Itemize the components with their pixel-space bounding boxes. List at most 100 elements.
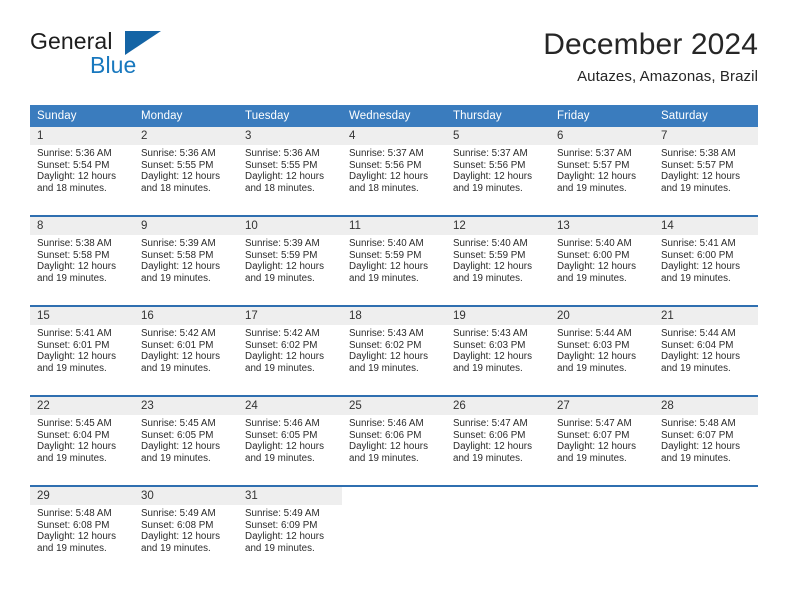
day-details: Sunrise: 5:37 AM Sunset: 5:56 PM Daylight:…: [446, 145, 550, 194]
calendar-day-cell[interactable]: 21 Sunrise: 5:44 AM Sunset: 6:04 PM Dayligh…: [654, 305, 758, 396]
sunset-text: Sunset: 6:04 PM: [37, 429, 110, 441]
calendar-day-cell[interactable]: 22 Sunrise: 5:45 AM Sunset: 6:04 PM Dayligh…: [30, 395, 134, 486]
sunset-text: Sunset: 6:00 PM: [661, 249, 734, 261]
daylight-text: Daylight: 12 hours and 18 minutes.: [349, 171, 428, 194]
calendar-day-cell[interactable]: 19 Sunrise: 5:43 AM Sunset: 6:03 PM Dayligh…: [446, 305, 550, 396]
day-number: 4: [342, 127, 446, 145]
calendar-day-cell[interactable]: 28 Sunrise: 5:48 AM Sunset: 6:07 PM Dayligh…: [654, 395, 758, 486]
calendar-day-cell[interactable]: 18 Sunrise: 5:43 AM Sunset: 6:02 PM Dayligh…: [342, 305, 446, 396]
day-cell-inner: 26 Sunrise: 5:47 AM Sunset: 6:06 PM Dayligh…: [446, 397, 550, 485]
day-details: Sunrise: 5:41 AM Sunset: 6:01 PM Daylight:…: [30, 325, 134, 374]
sunset-text: Sunset: 6:03 PM: [453, 339, 526, 351]
calendar-day-cell[interactable]: 5 Sunrise: 5:37 AM Sunset: 5:56 PM Daylight…: [446, 127, 550, 216]
day-details: Sunrise: 5:38 AM Sunset: 5:58 PM Daylight:…: [30, 235, 134, 284]
sunset-text: Sunset: 5:59 PM: [349, 249, 422, 261]
calendar-day-cell[interactable]: 1 Sunrise: 5:36 AM Sunset: 5:54 PM Daylight…: [30, 127, 134, 216]
sunset-text: Sunset: 5:56 PM: [349, 159, 422, 171]
sunrise-text: Sunrise: 5:44 AM: [557, 328, 632, 339]
daylight-text: Daylight: 12 hours and 19 minutes.: [661, 261, 740, 284]
day-cell-inner: 14 Sunrise: 5:41 AM Sunset: 6:00 PM Dayligh…: [654, 217, 758, 305]
calendar-day-cell[interactable]: 17 Sunrise: 5:42 AM Sunset: 6:02 PM Dayligh…: [238, 305, 342, 396]
sunrise-text: Sunrise: 5:46 AM: [245, 418, 320, 429]
calendar-header-row: Sunday Monday Tuesday Wednesday Thursday Frid…: [30, 105, 758, 127]
sunrise-text: Sunrise: 5:47 AM: [557, 418, 632, 429]
calendar-day-cell[interactable]: 24 Sunrise: 5:46 AM Sunset: 6:05 PM Dayligh…: [238, 395, 342, 486]
day-cell-inner: 16 Sunrise: 5:42 AM Sunset: 6:01 PM Dayligh…: [134, 307, 238, 395]
calendar-day-cell[interactable]: 20 Sunrise: 5:44 AM Sunset: 6:03 PM Dayligh…: [550, 305, 654, 396]
calendar-day-cell[interactable]: 25 Sunrise: 5:46 AM Sunset: 6:06 PM Dayligh…: [342, 395, 446, 486]
sunset-text: Sunset: 6:04 PM: [661, 339, 734, 351]
calendar-day-cell[interactable]: 13 Sunrise: 5:40 AM Sunset: 6:00 PM Dayligh…: [550, 215, 654, 306]
calendar-day-cell[interactable]: 16 Sunrise: 5:42 AM Sunset: 6:01 PM Dayligh…: [134, 305, 238, 396]
calendar-day-cell[interactable]: 11 Sunrise: 5:40 AM Sunset: 5:59 PM Dayligh…: [342, 215, 446, 306]
sunrise-text: Sunrise: 5:38 AM: [661, 148, 736, 159]
calendar-day-cell[interactable]: 14 Sunrise: 5:41 AM Sunset: 6:00 PM Dayligh…: [654, 215, 758, 306]
calendar-day-cell[interactable]: 23 Sunrise: 5:45 AM Sunset: 6:05 PM Dayligh…: [134, 395, 238, 486]
sunrise-text: Sunrise: 5:45 AM: [37, 418, 112, 429]
calendar-week-row: 8 Sunrise: 5:38 AM Sunset: 5:58 PM Daylight…: [30, 215, 758, 306]
daylight-text: Daylight: 12 hours and 18 minutes.: [141, 171, 220, 194]
day-number: 12: [446, 217, 550, 235]
calendar-empty-cell: [654, 485, 758, 575]
day-number: 1: [30, 127, 134, 145]
day-number: 2: [134, 127, 238, 145]
sunset-text: Sunset: 6:06 PM: [453, 429, 526, 441]
sunset-text: Sunset: 6:01 PM: [141, 339, 214, 351]
calendar-day-cell[interactable]: 7 Sunrise: 5:38 AM Sunset: 5:57 PM Daylight…: [654, 127, 758, 216]
calendar-week-row: 22 Sunrise: 5:45 AM Sunset: 6:04 PM Dayligh…: [30, 395, 758, 486]
day-number: 17: [238, 307, 342, 325]
day-number: [446, 487, 550, 505]
calendar-day-cell[interactable]: 27 Sunrise: 5:47 AM Sunset: 6:07 PM Dayligh…: [550, 395, 654, 486]
brand-name-blue: Blue: [90, 52, 137, 78]
calendar-day-cell[interactable]: 12 Sunrise: 5:40 AM Sunset: 5:59 PM Dayligh…: [446, 215, 550, 306]
calendar-empty-cell: [342, 485, 446, 575]
calendar-day-cell[interactable]: 29 Sunrise: 5:48 AM Sunset: 6:08 PM Dayligh…: [30, 485, 134, 575]
daylight-text: Daylight: 12 hours and 19 minutes.: [37, 261, 116, 284]
calendar-day-cell[interactable]: 6 Sunrise: 5:37 AM Sunset: 5:57 PM Daylight…: [550, 127, 654, 216]
day-cell-inner: 31 Sunrise: 5:49 AM Sunset: 6:09 PM Dayligh…: [238, 487, 342, 575]
daylight-text: Daylight: 12 hours and 19 minutes.: [349, 441, 428, 464]
day-details: Sunrise: 5:46 AM Sunset: 6:06 PM Daylight:…: [342, 415, 446, 464]
sunset-text: Sunset: 6:05 PM: [141, 429, 214, 441]
day-cell-inner: 13 Sunrise: 5:40 AM Sunset: 6:00 PM Dayligh…: [550, 217, 654, 305]
sunrise-text: Sunrise: 5:41 AM: [661, 238, 736, 249]
day-details: Sunrise: 5:36 AM Sunset: 5:54 PM Daylight:…: [30, 145, 134, 194]
sunset-text: Sunset: 6:03 PM: [557, 339, 630, 351]
calendar-day-cell[interactable]: 10 Sunrise: 5:39 AM Sunset: 5:59 PM Dayligh…: [238, 215, 342, 306]
calendar-day-cell[interactable]: 8 Sunrise: 5:38 AM Sunset: 5:58 PM Daylight…: [30, 215, 134, 306]
calendar-day-cell[interactable]: 9 Sunrise: 5:39 AM Sunset: 5:58 PM Daylight…: [134, 215, 238, 306]
day-number: [654, 487, 758, 505]
calendar-day-cell[interactable]: 26 Sunrise: 5:47 AM Sunset: 6:06 PM Dayligh…: [446, 395, 550, 486]
day-details: Sunrise: 5:39 AM Sunset: 5:59 PM Daylight:…: [238, 235, 342, 284]
day-cell-inner: 23 Sunrise: 5:45 AM Sunset: 6:05 PM Dayligh…: [134, 397, 238, 485]
calendar-day-cell[interactable]: 31 Sunrise: 5:49 AM Sunset: 6:09 PM Dayligh…: [238, 485, 342, 575]
calendar-day-cell[interactable]: 2 Sunrise: 5:36 AM Sunset: 5:55 PM Daylight…: [134, 127, 238, 216]
daylight-text: Daylight: 12 hours and 19 minutes.: [349, 261, 428, 284]
day-cell-inner: 6 Sunrise: 5:37 AM Sunset: 5:57 PM Daylight…: [550, 127, 654, 215]
calendar-week-row: 15 Sunrise: 5:41 AM Sunset: 6:01 PM Dayligh…: [30, 305, 758, 396]
day-cell-inner: 2 Sunrise: 5:36 AM Sunset: 5:55 PM Daylight…: [134, 127, 238, 215]
calendar-day-cell[interactable]: 4 Sunrise: 5:37 AM Sunset: 5:56 PM Daylight…: [342, 127, 446, 216]
sunset-text: Sunset: 6:02 PM: [245, 339, 318, 351]
calendar-day-cell[interactable]: 15 Sunrise: 5:41 AM Sunset: 6:01 PM Dayligh…: [30, 305, 134, 396]
day-details: Sunrise: 5:42 AM Sunset: 6:01 PM Daylight:…: [134, 325, 238, 374]
sunrise-text: Sunrise: 5:40 AM: [453, 238, 528, 249]
day-number: 24: [238, 397, 342, 415]
weekday-header-sunday: Sunday: [30, 105, 134, 127]
sunrise-text: Sunrise: 5:41 AM: [37, 328, 112, 339]
weekday-header-monday: Monday: [134, 105, 238, 127]
brand-logo[interactable]: General Blue: [30, 28, 210, 88]
day-number: 13: [550, 217, 654, 235]
calendar-day-cell[interactable]: 30 Sunrise: 5:49 AM Sunset: 6:08 PM Dayligh…: [134, 485, 238, 575]
daylight-text: Daylight: 12 hours and 19 minutes.: [245, 441, 324, 464]
day-cell-inner: 17 Sunrise: 5:42 AM Sunset: 6:02 PM Dayligh…: [238, 307, 342, 395]
sunrise-text: Sunrise: 5:44 AM: [661, 328, 736, 339]
calendar-day-cell[interactable]: 3 Sunrise: 5:36 AM Sunset: 5:55 PM Daylight…: [238, 127, 342, 216]
day-cell-inner: 22 Sunrise: 5:45 AM Sunset: 6:04 PM Dayligh…: [30, 397, 134, 485]
sunrise-text: Sunrise: 5:38 AM: [37, 238, 112, 249]
day-cell-inner: 10 Sunrise: 5:39 AM Sunset: 5:59 PM Dayligh…: [238, 217, 342, 305]
daylight-text: Daylight: 12 hours and 19 minutes.: [141, 531, 220, 554]
day-number: 7: [654, 127, 758, 145]
daylight-text: Daylight: 12 hours and 19 minutes.: [453, 261, 532, 284]
sunrise-text: Sunrise: 5:36 AM: [37, 148, 112, 159]
